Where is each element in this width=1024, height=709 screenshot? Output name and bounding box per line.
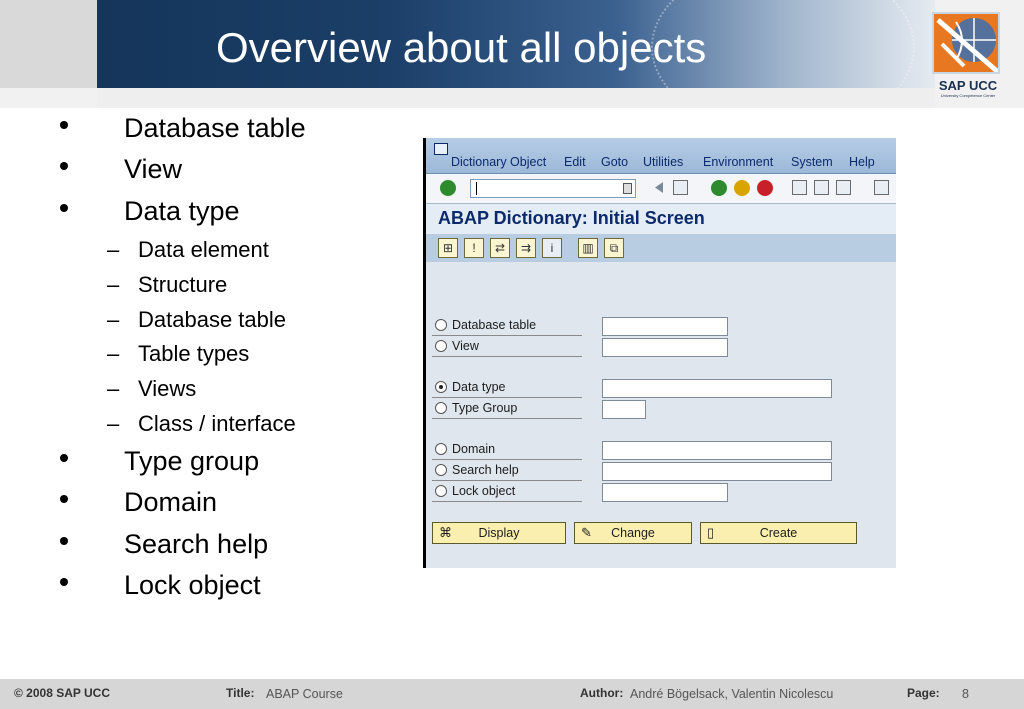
bullet-dot: [60, 578, 68, 586]
where-used-icon[interactable]: ⇄: [490, 238, 510, 258]
footer-title-value: ABAP Course: [266, 687, 343, 701]
display-button[interactable]: ⌘ Display: [432, 522, 566, 544]
option-domain[interactable]: Domain: [432, 440, 582, 460]
sap-menu-bar: Dictionary Object Edit Goto Utilities En…: [426, 138, 896, 174]
find-next-icon[interactable]: [836, 180, 851, 195]
option-view[interactable]: View: [432, 337, 582, 357]
command-field[interactable]: [470, 179, 636, 198]
radio-button[interactable]: [435, 402, 447, 414]
slide-footer: © 2008 SAP UCC Title: ABAP Course Author…: [0, 679, 1024, 709]
option-lock-object[interactable]: Lock object: [432, 482, 582, 502]
save-icon[interactable]: [673, 180, 688, 195]
header-strip: [97, 88, 935, 108]
header-left-block: [0, 0, 97, 88]
enter-icon[interactable]: [440, 180, 456, 196]
logo-subtext: University Competence Center: [940, 93, 996, 98]
menu-goto[interactable]: Goto: [601, 155, 628, 169]
first-page-icon[interactable]: [874, 180, 889, 195]
lock-object-input[interactable]: [602, 483, 728, 502]
radio-button[interactable]: [435, 319, 447, 331]
menu-help[interactable]: Help: [849, 155, 875, 169]
sap-ucc-logo: SAP UCC University Competence Center: [928, 10, 1006, 102]
info-icon[interactable]: !: [464, 238, 484, 258]
option-search-help[interactable]: Search help: [432, 461, 582, 481]
view-input[interactable]: [602, 338, 728, 357]
menu-utilities[interactable]: Utilities: [643, 155, 683, 169]
exit-icon[interactable]: [734, 180, 750, 196]
system-menu-icon[interactable]: [434, 143, 448, 155]
sap-standard-toolbar: [426, 174, 896, 204]
database-table-input[interactable]: [602, 317, 728, 336]
domain-input[interactable]: [602, 441, 832, 460]
slide-title: Overview about all objects: [216, 24, 707, 71]
delete-icon[interactable]: ▥: [578, 238, 598, 258]
radio-button[interactable]: [435, 443, 447, 455]
hierarchy-icon[interactable]: ⊞: [438, 238, 458, 258]
footer-author-value: André Bögelsack, Valentin Nicolescu: [630, 687, 834, 701]
change-button[interactable]: ✎ Change: [574, 522, 692, 544]
bullet-dot: [60, 537, 68, 545]
other-object-icon[interactable]: ⇉: [516, 238, 536, 258]
screen-title: ABAP Dictionary: Initial Screen: [438, 208, 705, 228]
application-toolbar: ⊞ ! ⇄ ⇉ i ▥ ⧉: [426, 234, 896, 262]
cancel-icon[interactable]: [757, 180, 773, 196]
footer-page-label: Page:: [907, 686, 940, 700]
menu-dictionary-object[interactable]: Dictionary Object: [451, 155, 546, 169]
back-arrow-icon[interactable]: [652, 180, 667, 195]
back-icon[interactable]: [711, 180, 727, 196]
footer-title-label: Title:: [226, 686, 255, 700]
radio-button[interactable]: [435, 464, 447, 476]
find-icon[interactable]: [814, 180, 829, 195]
menu-system[interactable]: System: [791, 155, 833, 169]
slide-header: Overview about all objects SAP UCC Unive…: [0, 0, 1024, 108]
radio-button[interactable]: [435, 485, 447, 497]
sap-dictionary-window: Dictionary Object Edit Goto Utilities En…: [423, 138, 896, 568]
logo-text: SAP UCC: [938, 78, 998, 93]
footer-author-label: Author:: [580, 686, 624, 700]
create-button[interactable]: ▯ Create: [700, 522, 857, 544]
print-icon[interactable]: [792, 180, 807, 195]
bullet-dot: [60, 495, 68, 503]
type-group-input[interactable]: [602, 400, 646, 419]
bullet-dot: [60, 204, 68, 212]
bullet-dot: [60, 162, 68, 170]
bullet-dot: [60, 454, 68, 462]
data-type-input[interactable]: [602, 379, 832, 398]
logo-graphic: [932, 12, 1000, 74]
menu-environment[interactable]: Environment: [703, 155, 773, 169]
footer-page-number: 8: [962, 687, 969, 701]
option-database-table[interactable]: Database table: [432, 316, 582, 336]
history-icon[interactable]: [623, 183, 632, 194]
search-help-input[interactable]: [602, 462, 832, 481]
radio-button-selected[interactable]: [435, 381, 447, 393]
information-icon[interactable]: i: [542, 238, 562, 258]
radio-button[interactable]: [435, 340, 447, 352]
footer-copyright: © 2008 SAP UCC: [14, 686, 110, 700]
option-type-group[interactable]: Type Group: [432, 399, 582, 419]
menu-edit[interactable]: Edit: [564, 155, 586, 169]
copy-icon[interactable]: ⧉: [604, 238, 624, 258]
bullet-dot: [60, 121, 68, 129]
screen-title-bar: ABAP Dictionary: Initial Screen: [426, 204, 896, 234]
option-data-type[interactable]: Data type: [432, 378, 582, 398]
